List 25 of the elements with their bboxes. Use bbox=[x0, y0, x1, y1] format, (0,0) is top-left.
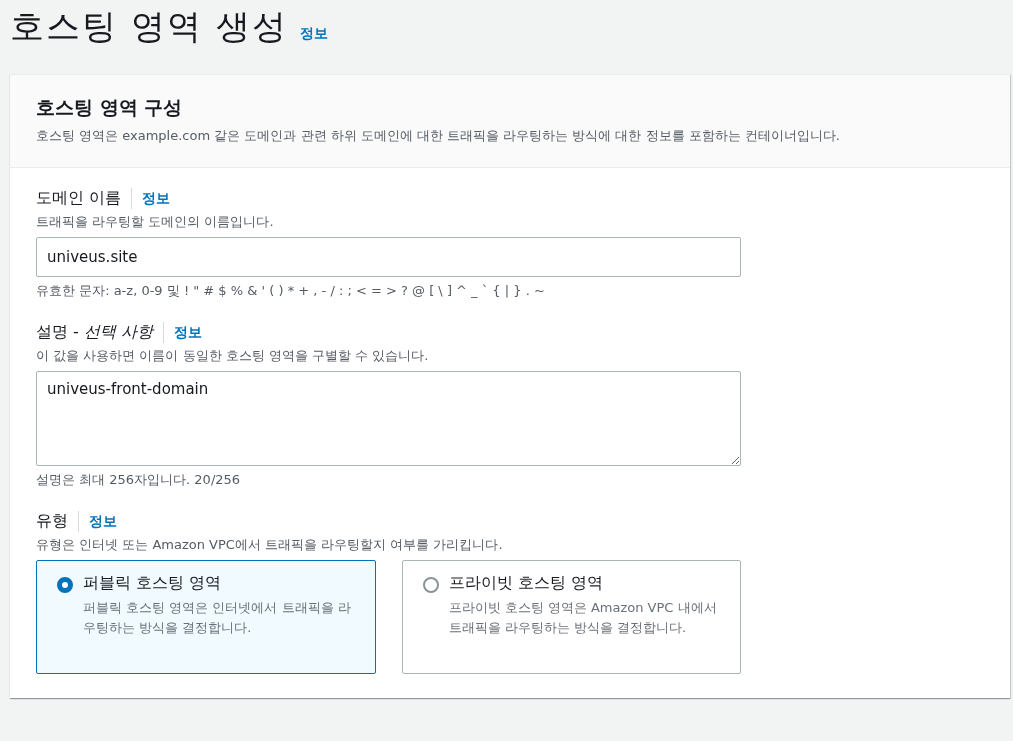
option-label: 퍼블릭 호스팅 영역 bbox=[83, 573, 223, 594]
radio-option-card[interactable]: 퍼블릭 호스팅 영역 퍼블릭 호스팅 영역은 인터넷에서 트래픽을 라우팅하는 방식을 결정합니다. bbox=[36, 560, 376, 674]
radio-button[interactable] bbox=[422, 577, 439, 593]
panel-title: 호스팅 영역 구성 bbox=[36, 95, 184, 120]
field-constraint: 유효한 문자: a-z, 0-9 및 ! " # $ % & ' ( ) * + , - / : ; < = > ? @ [ \ ] ^ _ ` { | } . ~ bbox=[36, 282, 546, 300]
page-title: 호스팅 영역 생성 bbox=[10, 5, 288, 48]
option-description: 프라이빗 호스팅 영역은 Amazon VPC 내에서 트래픽을 라우팅하는 방식을 결정합니다. bbox=[448, 599, 718, 637]
option-label: 프라이빗 호스팅 영역 bbox=[448, 573, 604, 594]
info-link[interactable]: 정보 bbox=[142, 189, 171, 208]
info-link[interactable]: 정보 bbox=[89, 512, 117, 531]
radio-button[interactable] bbox=[57, 577, 73, 593]
radio-option-card[interactable]: 프라이빗 호스팅 영역 프라이빗 호스팅 영역은 Amazon VPC 내에서 트래픽을 라우팅하는 방식을 결정합니다. bbox=[401, 560, 741, 674]
field-label: 도메인 이름 bbox=[36, 188, 133, 209]
description-textarea[interactable]: univeus-front-domain bbox=[36, 371, 741, 466]
domain-name-input[interactable]: univeus.site bbox=[36, 237, 741, 277]
field-constraint: 설명은 최대 256자입니다. 20/256 bbox=[36, 471, 242, 489]
field-hint: 이 값을 사용하면 이름이 동일한 호스팅 영역을 구별할 수 있습니다. bbox=[36, 347, 430, 365]
info-link[interactable]: 정보 bbox=[299, 25, 328, 43]
field-label: 유형 bbox=[36, 511, 79, 532]
field-hint: 트래픽을 라우팅할 도메인의 이름입니다. bbox=[36, 213, 275, 231]
option-description: 퍼블릭 호스팅 영역은 인터넷에서 트래픽을 라우팅하는 방식을 결정합니다. bbox=[83, 599, 352, 637]
info-link[interactable]: 정보 bbox=[174, 323, 203, 342]
field-label: 설명 - 선택 사항 bbox=[36, 322, 165, 343]
panel-description: 호스팅 영역은 example.com 같은 도메인과 관련 하위 도메인에 대한 트래픽을 라우팅하는 방식에 대한 정보를 포함하는 컨테이너입니다. bbox=[36, 127, 841, 145]
field-hint: 유형은 인터넷 또는 Amazon VPC에서 트래픽을 라우팅할지 여부를 가리킵니다. bbox=[36, 536, 504, 554]
